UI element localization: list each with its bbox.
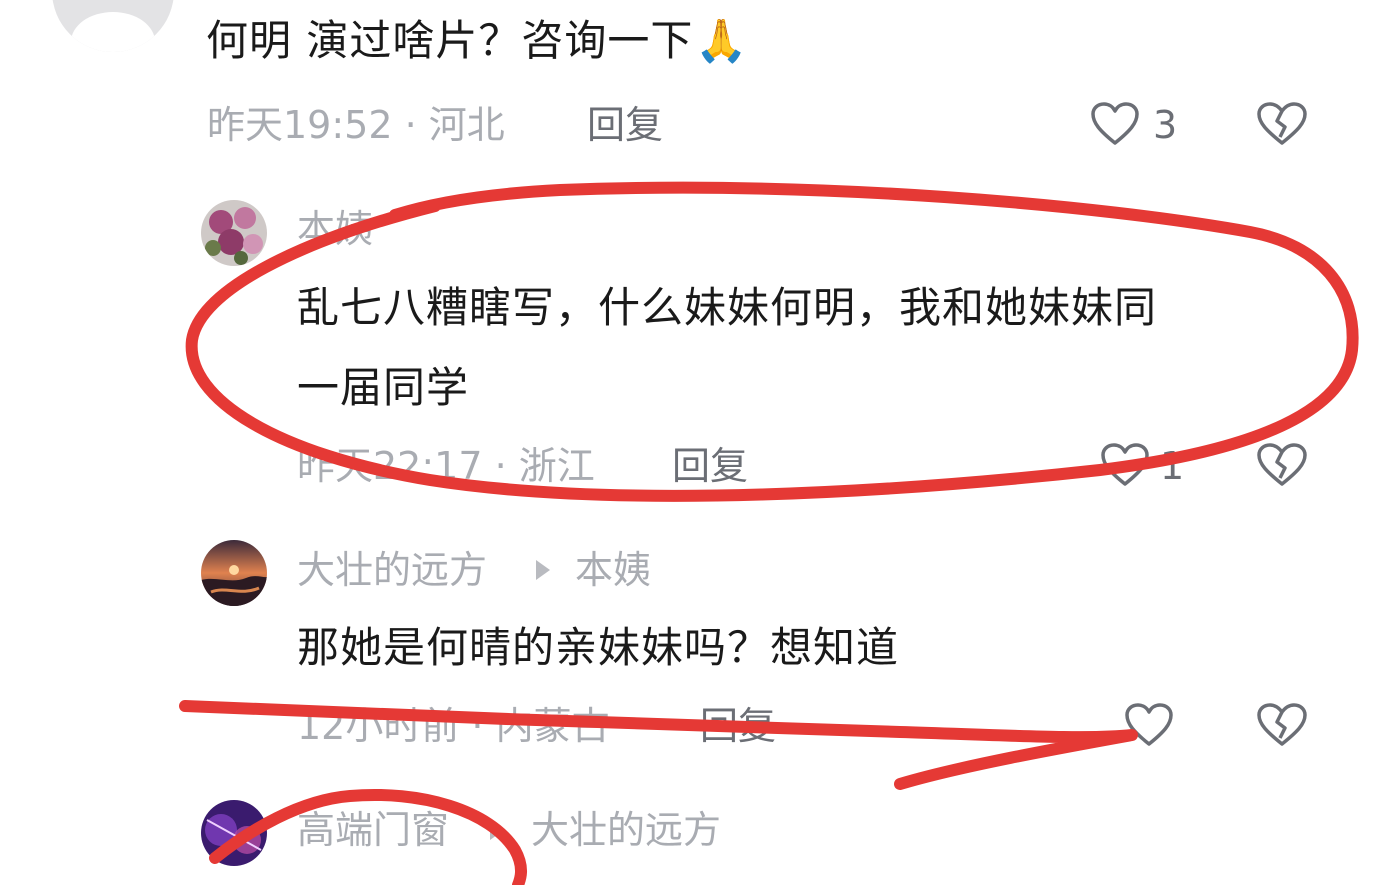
reply-button[interactable]: 回复 — [700, 707, 776, 745]
like-count: 1 — [1160, 444, 1185, 488]
heart-outline-icon[interactable] — [1124, 702, 1174, 748]
avatar-sunset[interactable] — [201, 540, 267, 606]
reply-button[interactable]: 回复 — [587, 106, 663, 144]
username[interactable]: 本姨 — [297, 210, 373, 248]
avatar-top-partial[interactable] — [52, 0, 174, 52]
avatar-purple[interactable] — [201, 800, 267, 866]
username[interactable]: 高端门窗 — [297, 811, 449, 849]
comment-body: 何明 演过啥片？咨询一下 — [206, 16, 694, 65]
play-arrow-icon — [490, 820, 504, 840]
comment-meta: 12小时前 · 内蒙古 — [297, 704, 610, 748]
comment-meta: 昨天19:52 · 河北 — [207, 103, 505, 147]
comment-text: 何明 演过啥片？咨询一下🙏 — [206, 20, 749, 62]
sunset-photo-icon — [201, 540, 267, 606]
heart-outline-icon[interactable] — [1090, 101, 1140, 147]
broken-heart-icon[interactable] — [1256, 702, 1308, 748]
avatar-flowers[interactable] — [201, 200, 267, 266]
reply-button[interactable]: 回复 — [672, 447, 748, 485]
comment-body: 那她是何晴的亲妹妹吗？想知道 — [297, 623, 900, 672]
broken-heart-icon[interactable] — [1256, 442, 1308, 488]
heart-outline-icon[interactable] — [1100, 442, 1150, 488]
flower-photo-icon — [201, 200, 267, 266]
broken-heart-icon[interactable] — [1256, 101, 1308, 147]
comment-body-line-1: 乱七八糟瞎写，什么妹妹何明，我和她妹妹同 — [297, 283, 1158, 332]
comment-meta: 昨天22:17 · 浙江 — [297, 444, 595, 488]
reply-to-username[interactable]: 大壮的远方 — [531, 811, 721, 849]
like-count: 3 — [1153, 103, 1178, 147]
play-arrow-icon — [536, 560, 550, 580]
purple-photo-icon — [201, 800, 267, 866]
username[interactable]: 大壮的远方 — [297, 551, 487, 589]
praying-hands-icon: 🙏 — [695, 16, 749, 65]
comment-body-line-2: 一届同学 — [297, 363, 470, 412]
reply-to-username[interactable]: 本姨 — [575, 551, 651, 589]
default-avatar-icon — [71, 12, 155, 52]
